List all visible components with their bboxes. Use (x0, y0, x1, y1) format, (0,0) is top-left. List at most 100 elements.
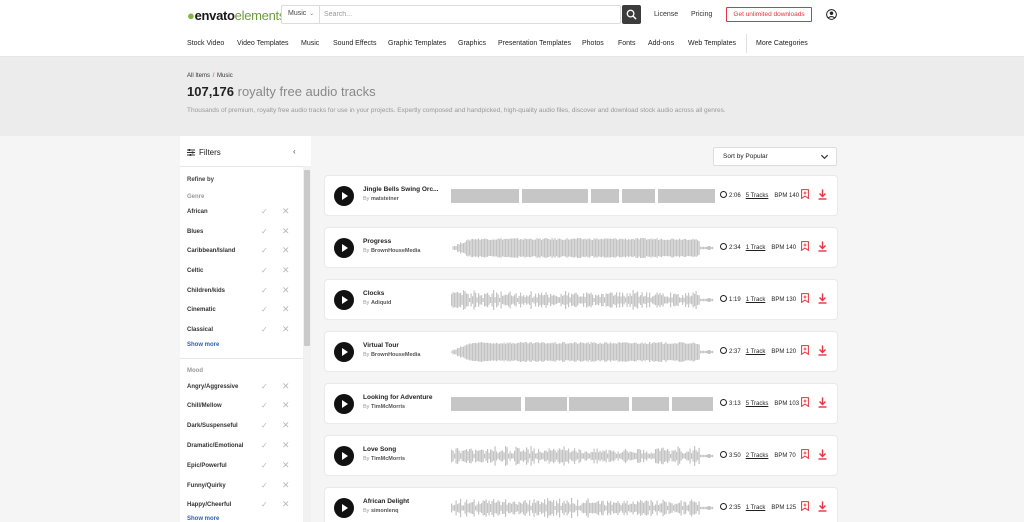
play-button[interactable] (334, 290, 354, 310)
track-count-link[interactable]: 1 Track (746, 349, 766, 355)
download-icon[interactable] (818, 501, 827, 512)
include-check-icon[interactable]: ✓ (261, 461, 268, 470)
category-add-ons[interactable]: Add-ons (648, 40, 674, 47)
include-check-icon[interactable]: ✓ (261, 421, 268, 430)
play-button[interactable] (334, 186, 354, 206)
track-count-link[interactable]: 5 Tracks (746, 401, 769, 407)
track-count-link[interactable]: 5 Tracks (746, 193, 769, 199)
filters-scrollbar-thumb[interactable] (304, 170, 310, 346)
waveform[interactable] (451, 498, 715, 518)
track-title[interactable]: Clocks (363, 290, 384, 297)
waveform[interactable] (451, 342, 715, 362)
author-link[interactable]: TimMcMorris (371, 456, 405, 462)
sort-dropdown[interactable]: Sort by Popular (713, 147, 837, 166)
author-link[interactable]: Adiquid (371, 300, 391, 306)
include-check-icon[interactable]: ✓ (261, 500, 268, 509)
track-title[interactable]: Progress (363, 238, 391, 245)
include-check-icon[interactable]: ✓ (261, 286, 268, 295)
search-input[interactable] (324, 7, 614, 22)
mood-show-more-link[interactable]: Show more (187, 516, 219, 522)
play-button[interactable] (334, 498, 354, 518)
bookmark-icon[interactable] (801, 241, 809, 251)
genre-show-more-link[interactable]: Show more (187, 342, 219, 348)
download-icon[interactable] (818, 241, 827, 252)
include-check-icon[interactable]: ✓ (261, 207, 268, 216)
download-icon[interactable] (818, 293, 827, 304)
category-fonts[interactable]: Fonts (618, 40, 636, 47)
license-link[interactable]: License (654, 11, 678, 18)
pricing-link[interactable]: Pricing (691, 11, 712, 18)
author-link[interactable]: TimMcMorris (371, 404, 405, 410)
exclude-x-icon[interactable]: ✕ (282, 480, 290, 491)
exclude-x-icon[interactable]: ✕ (282, 226, 290, 237)
waveform[interactable] (451, 186, 715, 206)
author-link[interactable]: BrownHouseMedia (371, 248, 421, 254)
exclude-x-icon[interactable]: ✕ (282, 381, 290, 392)
play-button[interactable] (334, 238, 354, 258)
waveform[interactable] (451, 446, 715, 466)
exclude-x-icon[interactable]: ✕ (282, 460, 290, 471)
search-button[interactable] (622, 5, 641, 24)
envato-logo[interactable]: ●envatoelements (187, 8, 285, 23)
bookmark-icon[interactable] (801, 501, 809, 511)
track-row[interactable]: Looking for Adventure By TimMcMorris 3:13 5… (325, 384, 837, 423)
include-check-icon[interactable]: ✓ (261, 401, 268, 410)
track-title[interactable]: African Delight (363, 498, 409, 505)
include-check-icon[interactable]: ✓ (261, 481, 268, 490)
play-button[interactable] (334, 342, 354, 362)
include-check-icon[interactable]: ✓ (261, 246, 268, 255)
play-button[interactable] (334, 394, 354, 414)
category-sound-effects[interactable]: Sound Effects (333, 40, 376, 47)
exclude-x-icon[interactable]: ✕ (282, 265, 290, 276)
exclude-x-icon[interactable]: ✕ (282, 304, 290, 315)
category-presentation-templates[interactable]: Presentation Templates (498, 40, 571, 47)
track-count-link[interactable]: 2 Tracks (746, 453, 769, 459)
category-graphic-templates[interactable]: Graphic Templates (388, 40, 446, 47)
track-title[interactable]: Love Song (363, 446, 396, 453)
track-row[interactable]: African Delight By simonlenq 2:35 1 Track BP… (325, 488, 837, 522)
download-icon[interactable] (818, 397, 827, 408)
bookmark-icon[interactable] (801, 189, 809, 199)
include-check-icon[interactable]: ✓ (261, 441, 268, 450)
category-web-templates[interactable]: Web Templates (688, 40, 736, 47)
category-stock-video[interactable]: Stock Video (187, 40, 224, 47)
bookmark-icon[interactable] (801, 397, 809, 407)
include-check-icon[interactable]: ✓ (261, 305, 268, 314)
waveform[interactable] (451, 394, 715, 414)
exclude-x-icon[interactable]: ✕ (282, 420, 290, 431)
exclude-x-icon[interactable]: ✕ (282, 324, 290, 335)
category-photos[interactable]: Photos (582, 40, 604, 47)
track-count-link[interactable]: 1 Track (746, 505, 766, 511)
category-video-templates[interactable]: Video Templates (237, 40, 289, 47)
waveform[interactable] (451, 238, 715, 258)
track-title[interactable]: Virtual Tour (363, 342, 399, 349)
track-title[interactable]: Jingle Bells Swing Orc... (363, 186, 439, 193)
exclude-x-icon[interactable]: ✕ (282, 499, 290, 510)
collapse-filters-icon[interactable]: ‹ (293, 147, 296, 156)
author-link[interactable]: BrownHouseMedia (371, 352, 421, 358)
category-graphics[interactable]: Graphics (458, 40, 486, 47)
download-icon[interactable] (818, 449, 827, 460)
play-button[interactable] (334, 446, 354, 466)
track-row[interactable]: Virtual Tour By BrownHouseMedia 2:37 1 Trac… (325, 332, 837, 371)
track-count-link[interactable]: 1 Track (746, 245, 766, 251)
include-check-icon[interactable]: ✓ (261, 382, 268, 391)
category-more-categories[interactable]: More Categories (756, 40, 808, 47)
account-icon[interactable] (826, 9, 837, 20)
exclude-x-icon[interactable]: ✕ (282, 440, 290, 451)
author-link[interactable]: simonlenq (371, 508, 399, 514)
get-unlimited-downloads-button[interactable]: Get unlimited downloads (726, 7, 812, 22)
track-row[interactable]: Clocks By Adiquid 1:19 1 Track BPM 130 (325, 280, 837, 319)
search-category-select[interactable]: Music ⌄ (282, 6, 320, 23)
track-count-link[interactable]: 1 Track (746, 297, 766, 303)
breadcrumb-root[interactable]: All Items (187, 73, 210, 79)
exclude-x-icon[interactable]: ✕ (282, 400, 290, 411)
track-row[interactable]: Jingle Bells Swing Orc... By matsteiner 2:… (325, 176, 837, 215)
bookmark-icon[interactable] (801, 449, 809, 459)
download-icon[interactable] (818, 189, 827, 200)
bookmark-icon[interactable] (801, 293, 809, 303)
track-title[interactable]: Looking for Adventure (363, 394, 432, 401)
category-music[interactable]: Music (301, 40, 319, 47)
bookmark-icon[interactable] (801, 345, 809, 355)
include-check-icon[interactable]: ✓ (261, 325, 268, 334)
